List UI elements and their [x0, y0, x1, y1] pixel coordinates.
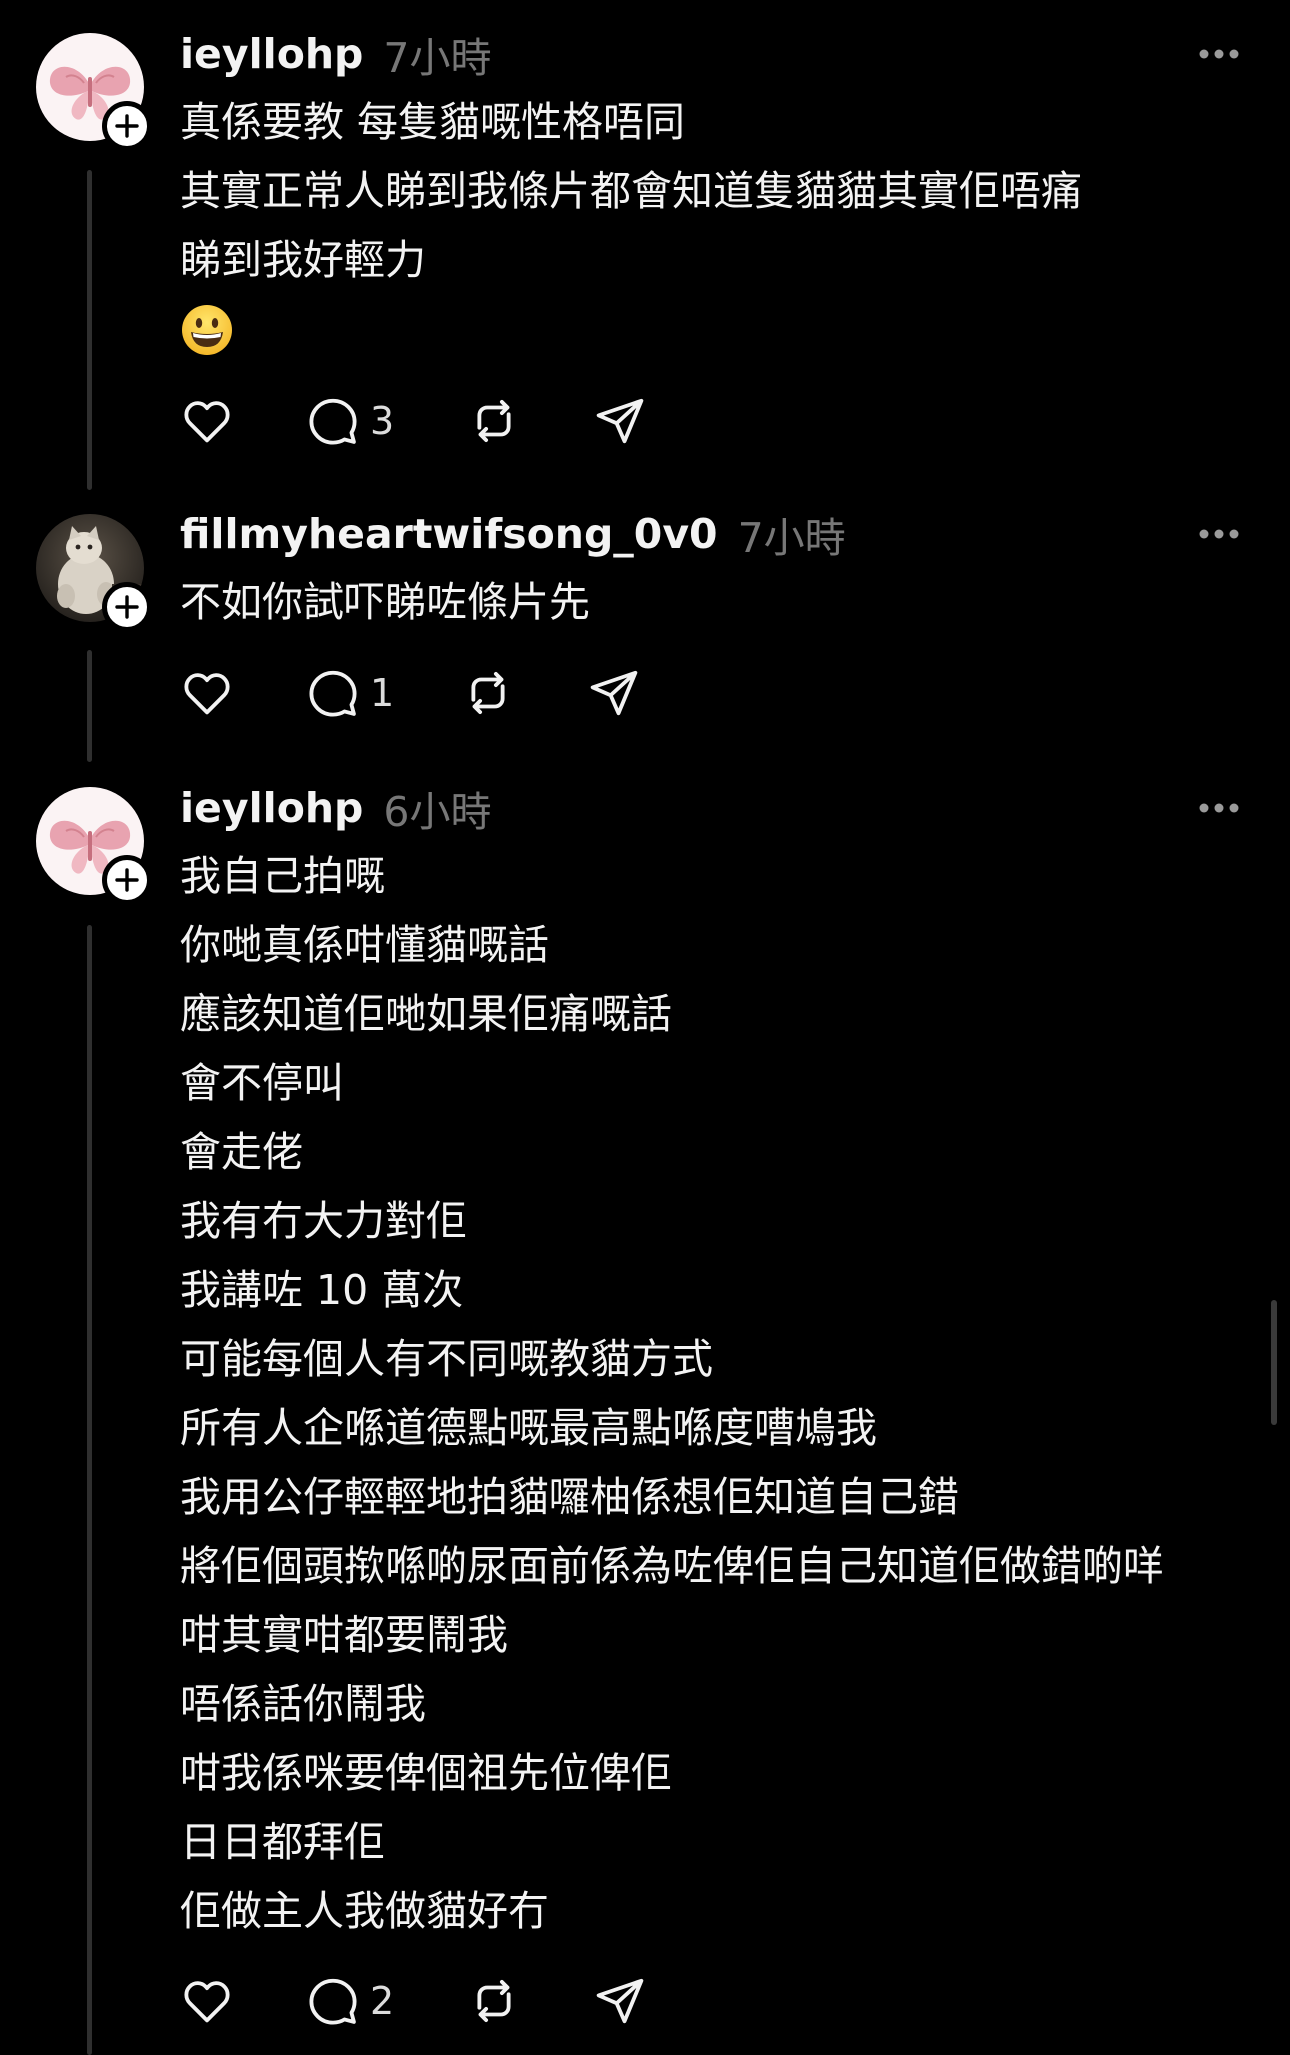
- comment-bubble-icon: [309, 1978, 357, 2025]
- post-text-line: 可能每個人有不同嘅教貓方式: [180, 1335, 713, 1383]
- more-dots-icon: [1199, 49, 1239, 59]
- follow-button[interactable]: [102, 855, 152, 905]
- reply-button[interactable]: 3: [306, 391, 467, 451]
- post-text-line: 會不停叫: [180, 1059, 344, 1107]
- post-header: fillmyheartwifsong_0v0 7小時: [180, 506, 846, 562]
- plus-icon: [115, 595, 139, 619]
- plus-icon: [115, 114, 139, 138]
- post-text-line: 我講咗 10 萬次: [180, 1266, 464, 1314]
- post-text-line: 真係要教 每隻貓嘅性格唔同: [180, 98, 686, 146]
- post-text-line: 咁我係咪要俾個祖先位俾佢: [180, 1749, 672, 1797]
- send-icon: [596, 398, 644, 444]
- post-body: 真係要教 每隻貓嘅性格唔同 其實正常人睇到我條片都會知道隻貓貓其實佢唔痛 睇到我…: [180, 88, 1260, 364]
- repost-icon: [477, 399, 511, 443]
- comment-bubble-icon: [309, 670, 357, 717]
- follow-button[interactable]: [102, 582, 152, 632]
- post-header: ieyllohp 6小時: [180, 780, 492, 836]
- post-text-line: 睇到我好輕力: [180, 236, 426, 284]
- share-button[interactable]: [587, 663, 647, 723]
- post-text-line: 日日都拜佢: [180, 1818, 385, 1866]
- emoji-line: [180, 295, 1260, 364]
- reply-button[interactable]: 1: [306, 663, 461, 723]
- reply-count: 2: [370, 1979, 395, 2023]
- scrollbar[interactable]: [1271, 1300, 1277, 1425]
- follow-button[interactable]: [102, 101, 152, 151]
- post-1: ieyllohp 7小時 真係要教 每隻貓嘅性格唔同 其實正常人睇到我條片都會知…: [0, 0, 1290, 490]
- reply-count: 3: [370, 399, 395, 443]
- post-text-line: 將佢個頭揿喺啲尿面前係為咗俾佢自己知道佢做錯啲咩: [180, 1542, 1164, 1590]
- plus-icon: [115, 868, 139, 892]
- repost-button[interactable]: [461, 663, 587, 723]
- heart-icon: [184, 401, 230, 443]
- heart-icon: [184, 1981, 230, 2023]
- more-dots-icon: [1199, 529, 1239, 539]
- username[interactable]: fillmyheartwifsong_0v0: [180, 510, 718, 558]
- post-text-line: 佢做主人我做貓好冇: [180, 1887, 549, 1935]
- timestamp: 6小時: [383, 788, 492, 836]
- more-button[interactable]: [1198, 527, 1240, 541]
- repost-icon: [477, 1979, 511, 2023]
- post-text-line: 唔係話你鬧我: [180, 1680, 426, 1728]
- post-text-line: 你哋真係咁懂貓嘅話: [180, 921, 549, 969]
- comment-bubble-icon: [309, 398, 357, 445]
- post-header: ieyllohp 7小時: [180, 26, 492, 82]
- post-3: ieyllohp 6小時 我自己拍嘅 你哋真係咁懂貓嘅話 應該知道佢哋如果佢痛嘅…: [0, 752, 1290, 2055]
- action-bar: 1: [180, 663, 647, 723]
- post-body: 不如你試吓睇咗條片先: [180, 568, 1260, 637]
- reply-count: 1: [370, 671, 395, 715]
- post-text-line: 咁其實咁都要鬧我: [180, 1611, 508, 1659]
- more-dots-icon: [1199, 803, 1239, 813]
- like-button[interactable]: [180, 391, 306, 451]
- post-2: fillmyheartwifsong_0v0 7小時 不如你試吓睇咗條片先 1: [0, 480, 1290, 762]
- username[interactable]: ieyllohp: [180, 30, 363, 78]
- post-text-line: 我有冇大力對佢: [180, 1197, 467, 1245]
- post-text-line: 會走佬: [180, 1128, 303, 1176]
- repost-button[interactable]: [467, 1971, 593, 2031]
- grinning-face-emoji-icon: [182, 304, 232, 355]
- send-icon: [590, 670, 638, 716]
- post-text-line: 我用公仔輕輕地拍貓囉柚係想佢知道自己錯: [180, 1473, 959, 1521]
- timestamp: 7小時: [737, 514, 846, 562]
- post-text-line: 應該知道佢哋如果佢痛嘅話: [180, 990, 672, 1038]
- more-button[interactable]: [1198, 801, 1240, 815]
- username[interactable]: ieyllohp: [180, 784, 363, 832]
- thread-line: [87, 925, 92, 2055]
- action-bar: 3: [180, 391, 653, 451]
- like-button[interactable]: [180, 1971, 306, 2031]
- post-text-line: 其實正常人睇到我條片都會知道隻貓貓其實佢唔痛: [180, 167, 1082, 215]
- repost-icon: [471, 671, 505, 715]
- post-body: 我自己拍嘅 你哋真係咁懂貓嘅話 應該知道佢哋如果佢痛嘅話 會不停叫 會走佬 我有…: [180, 842, 1260, 1946]
- post-text-line: 我自己拍嘅: [180, 852, 385, 900]
- reply-button[interactable]: 2: [306, 1971, 467, 2031]
- thread-line: [87, 170, 92, 490]
- heart-icon: [184, 673, 230, 715]
- repost-button[interactable]: [467, 391, 593, 451]
- thread-line: [87, 650, 92, 762]
- share-button[interactable]: [593, 391, 653, 451]
- timestamp: 7小時: [383, 34, 492, 82]
- post-text-line: 所有人企喺道德點嘅最高點喺度嘈鳩我: [180, 1404, 877, 1452]
- share-button[interactable]: [593, 1971, 653, 2031]
- post-text-line: 不如你試吓睇咗條片先: [180, 578, 590, 626]
- action-bar: 2: [180, 1971, 653, 2031]
- like-button[interactable]: [180, 663, 306, 723]
- more-button[interactable]: [1198, 47, 1240, 61]
- send-icon: [596, 1978, 644, 2024]
